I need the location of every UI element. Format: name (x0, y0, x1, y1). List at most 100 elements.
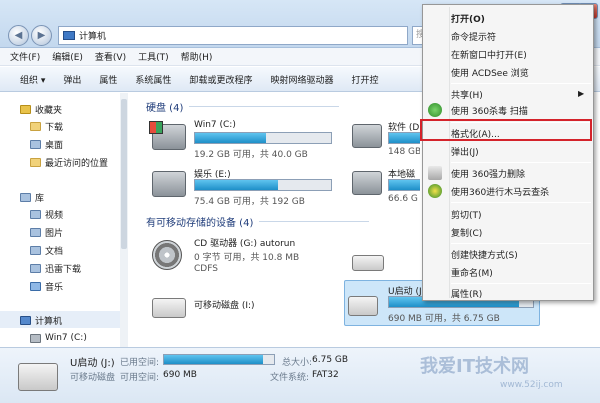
star-icon (20, 104, 31, 114)
removable-disk-icon (18, 363, 58, 391)
total-size-value: 6.75 GB (312, 355, 349, 365)
menu-item-open-new-window[interactable]: 在新窗口中打开(E) (449, 45, 527, 63)
uninstall-button[interactable]: 卸载或更改程序 (181, 73, 260, 86)
nav-libraries[interactable]: 库 (20, 189, 44, 205)
menu-separator (451, 162, 591, 163)
hard-disk-icon (352, 124, 382, 148)
nav-item-videos[interactable]: 视频 (30, 206, 63, 222)
removable-disk-icon (152, 298, 186, 318)
menu-item-create-shortcut[interactable]: 创建快捷方式(S) (449, 245, 518, 263)
drive-e[interactable]: 娱乐 (E:) 75.4 GB 可用，共 192 GB (152, 167, 332, 207)
removable-disk-icon (348, 296, 378, 316)
free-space-value: 690 MB (163, 370, 197, 380)
details-type: 可移动磁盘 (70, 373, 116, 383)
usage-bar (194, 179, 332, 191)
menu-separator (451, 202, 591, 203)
drive-icon (30, 333, 41, 343)
360-antivirus-icon (428, 103, 442, 117)
control-panel-button[interactable]: 打开控 (343, 73, 386, 86)
picture-icon (30, 227, 41, 237)
context-menu: 打开(O) 命令提示符 在新窗口中打开(E) 使用 ACDSee 浏览 共享(H… (422, 4, 594, 301)
menu-item-acdsee[interactable]: 使用 ACDSee 浏览 (449, 63, 529, 81)
nav-item-documents[interactable]: 文档 (30, 242, 63, 258)
address-path: 计算机 (79, 32, 107, 42)
drive-local[interactable]: 本地磁 66.6 G (352, 167, 420, 207)
map-drive-button[interactable]: 映射网络驱动器 (262, 73, 341, 86)
360-cloud-scan-icon (428, 184, 442, 198)
usage-bar (194, 132, 332, 144)
menu-item-copy[interactable]: 复制(C) (449, 223, 482, 241)
usage-bar (388, 179, 420, 191)
menu-edit[interactable]: 编辑(E) (52, 50, 83, 63)
nav-scroll-thumb[interactable] (121, 99, 127, 249)
drive-removable-partial[interactable] (352, 255, 420, 275)
nav-favorites[interactable]: 收藏夹 (20, 101, 62, 117)
menu-view[interactable]: 查看(V) (95, 50, 126, 63)
drive-cd[interactable]: CD 驱动器 (G:) autorun 0 字节 可用，共 10.8 MB CD… (152, 236, 352, 276)
cd-drive-icon (152, 240, 182, 270)
properties-button[interactable]: 属性 (91, 73, 125, 86)
menu-item-open[interactable]: 打开(O) (449, 9, 485, 27)
hard-disk-icon (352, 171, 382, 195)
document-icon (30, 245, 41, 255)
free-space-label: 可用空间: (120, 373, 160, 383)
library-icon (20, 192, 31, 202)
menu-help[interactable]: 帮助(H) (181, 50, 213, 63)
group-hard-disks[interactable]: 硬盘 (4) (146, 99, 340, 114)
menu-item-properties[interactable]: 属性(R) (449, 284, 482, 302)
removable-disk-icon (352, 255, 384, 271)
menu-separator (451, 83, 591, 84)
address-bar[interactable]: 计算机 (58, 26, 408, 45)
recent-places-icon (30, 157, 41, 167)
menu-item-eject[interactable]: 弹出(J) (449, 142, 479, 160)
menu-separator (451, 243, 591, 244)
details-usage-bar (163, 354, 275, 365)
drive-removable-i[interactable]: 可移动磁盘 (I:) (152, 292, 292, 332)
drive-d[interactable]: 软件 (D 148 GB (352, 120, 420, 160)
drive-c[interactable]: Win7 (C:) 19.2 GB 可用，共 40.0 GB (149, 120, 332, 160)
menu-item-360-delete[interactable]: 使用 360强力删除 (449, 164, 525, 182)
nav-scrollbar[interactable] (120, 93, 128, 347)
watermark: 我爱IT技术网 (420, 356, 529, 377)
navigation-pane: 收藏夹 下载 桌面 最近访问的位置 库 视频 图片 文档 迅雷下载 音乐 计算机… (0, 93, 128, 347)
shredder-icon (428, 166, 442, 180)
usage-fill (195, 180, 278, 190)
nav-item-recent[interactable]: 最近访问的位置 (30, 154, 108, 170)
used-space-label: 已用空间: (120, 358, 160, 368)
menu-item-360-scan[interactable]: 使用 360杀毒 扫描 (449, 101, 528, 119)
nav-item-pictures[interactable]: 图片 (30, 224, 63, 240)
music-icon (30, 281, 41, 291)
usage-fill (164, 355, 263, 364)
menu-tools[interactable]: 工具(T) (138, 50, 169, 63)
back-button[interactable]: ◀ (8, 25, 29, 46)
nav-item-downloads[interactable]: 下载 (30, 118, 63, 134)
menu-file[interactable]: 文件(F) (10, 50, 40, 63)
menu-item-rename[interactable]: 重命名(M) (449, 263, 493, 281)
folder-icon (30, 121, 41, 131)
nav-computer[interactable]: 计算机 (20, 312, 62, 328)
file-system-label: 文件系统: (270, 373, 310, 383)
hard-disk-icon (149, 121, 186, 150)
download-icon (30, 263, 41, 273)
usage-fill (195, 133, 266, 143)
system-properties-button[interactable]: 系统属性 (127, 73, 179, 86)
format-highlight-box (420, 119, 592, 141)
video-icon (30, 209, 41, 219)
nav-item-thunder[interactable]: 迅雷下载 (30, 260, 81, 276)
nav-item-drive-c[interactable]: Win7 (C:) (30, 330, 87, 346)
nav-item-music[interactable]: 音乐 (30, 278, 63, 294)
nav-item-desktop[interactable]: 桌面 (30, 136, 63, 152)
computer-icon (20, 315, 31, 325)
submenu-arrow-icon: ▶ (578, 89, 585, 98)
menu-item-cmd[interactable]: 命令提示符 (449, 27, 496, 45)
forward-button[interactable]: ▶ (31, 25, 52, 46)
menu-item-360-trojan[interactable]: 使用360进行木马云查杀 (449, 182, 549, 200)
eject-button[interactable]: 弹出 (55, 73, 89, 86)
watermark-url: www.52ij.com (500, 380, 563, 390)
hard-disk-icon (152, 171, 186, 197)
usage-bar (388, 132, 420, 144)
organize-button[interactable]: 组织 ▾ (12, 73, 53, 86)
computer-icon (63, 31, 75, 40)
menu-item-cut[interactable]: 剪切(T) (449, 205, 482, 223)
group-removable[interactable]: 有可移动存储的设备 (4) (146, 214, 370, 229)
